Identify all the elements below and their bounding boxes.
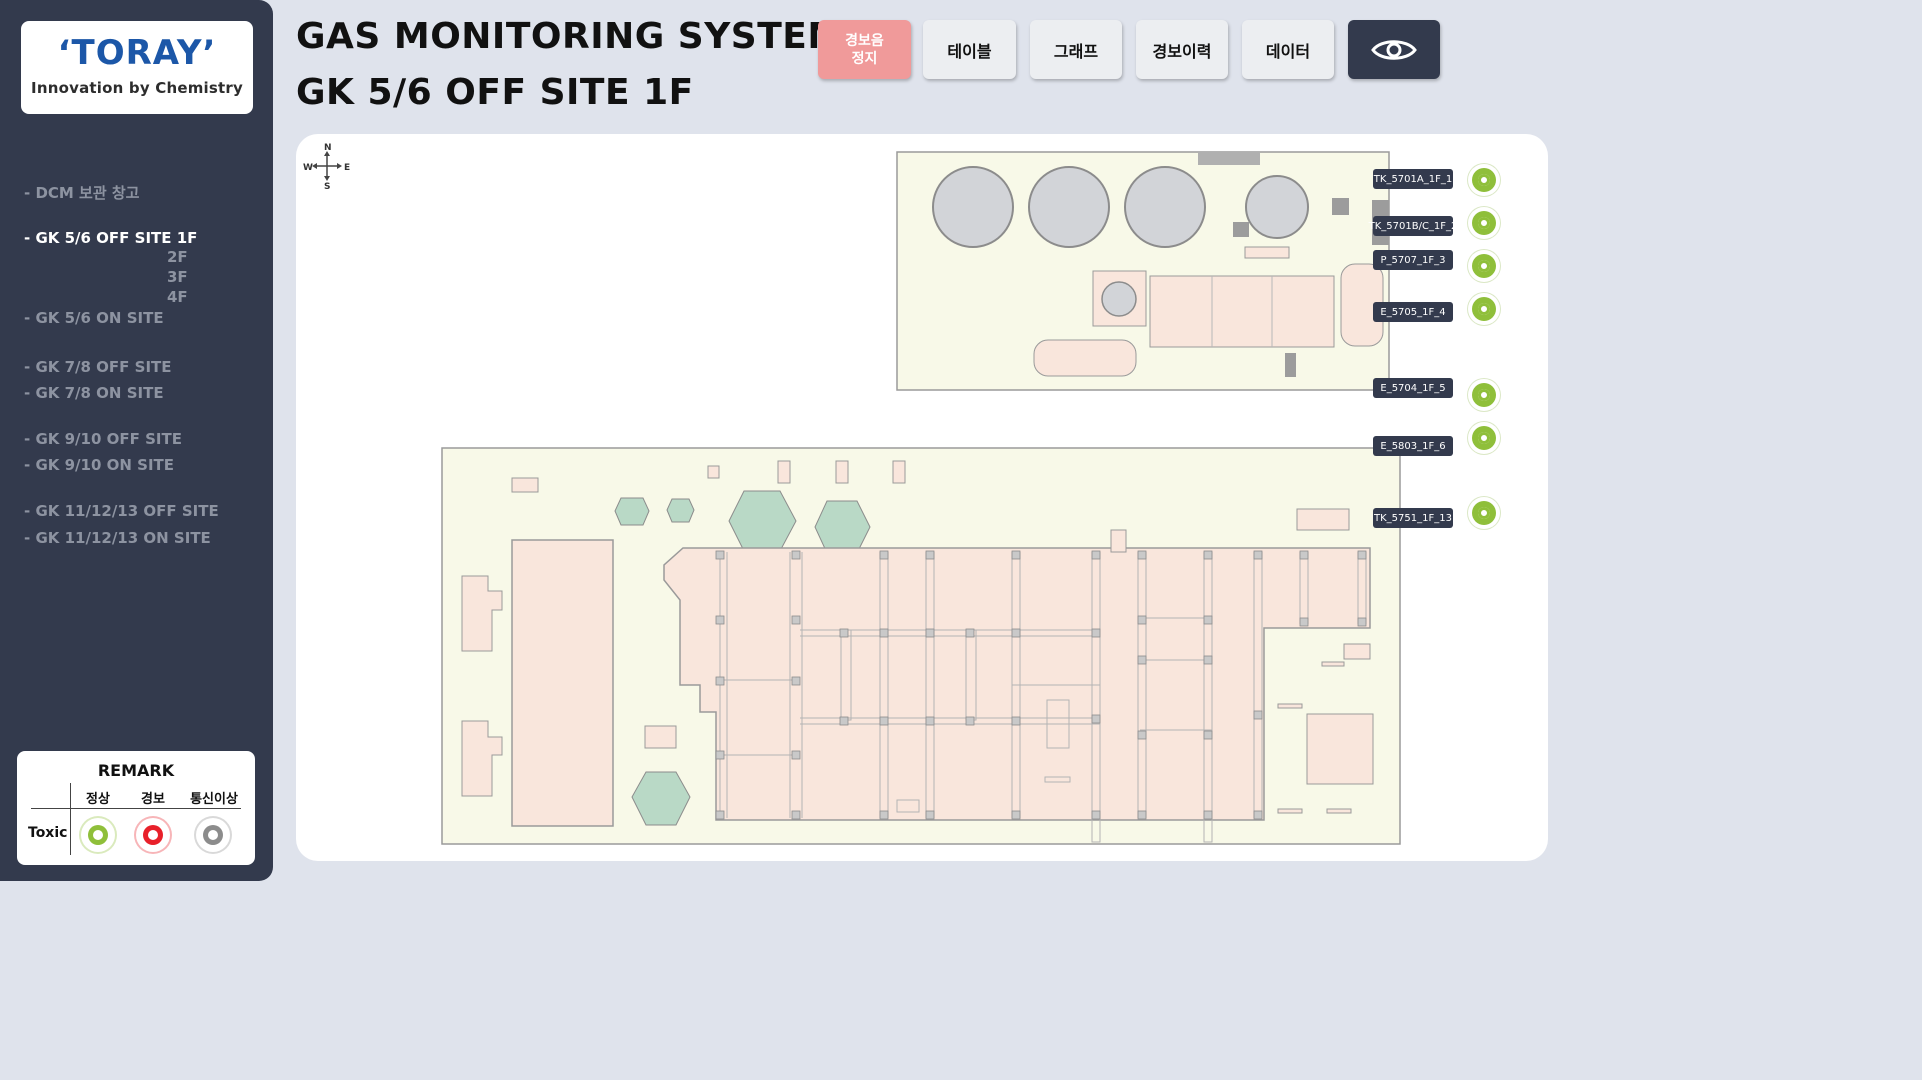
floor-plan: [441, 151, 1401, 845]
sensor-e5803-status-icon[interactable]: [1468, 422, 1500, 454]
lower-area: [441, 447, 1401, 845]
sensor-tk5701bc-status-icon[interactable]: [1468, 207, 1500, 239]
sensor-label-e5705[interactable]: E_5705_1F_4: [1373, 302, 1453, 322]
sensor-e5705-status-icon[interactable]: [1468, 293, 1500, 325]
sensor-tk5751-status-icon[interactable]: [1468, 497, 1500, 529]
sensor-label-e5704[interactable]: E_5704_1F_5: [1373, 378, 1453, 398]
sensor-p5707-status-icon[interactable]: [1468, 250, 1500, 282]
sensor-label-tk5701bc[interactable]: TK_5701B/C_1F_2: [1369, 216, 1457, 236]
sensor-label-p5707[interactable]: P_5707_1F_3: [1373, 250, 1453, 270]
sensor-label-tk5751[interactable]: TK_5751_1F_13: [1373, 508, 1453, 528]
sensor-label-tk5701a[interactable]: TK_5701A_1F_1: [1373, 169, 1453, 189]
sensor-tk5701a-status-icon[interactable]: [1468, 164, 1500, 196]
upper-area: [896, 151, 1390, 391]
sensor-label-e5803[interactable]: E_5803_1F_6: [1373, 436, 1453, 456]
sensor-e5704-status-icon[interactable]: [1468, 379, 1500, 411]
